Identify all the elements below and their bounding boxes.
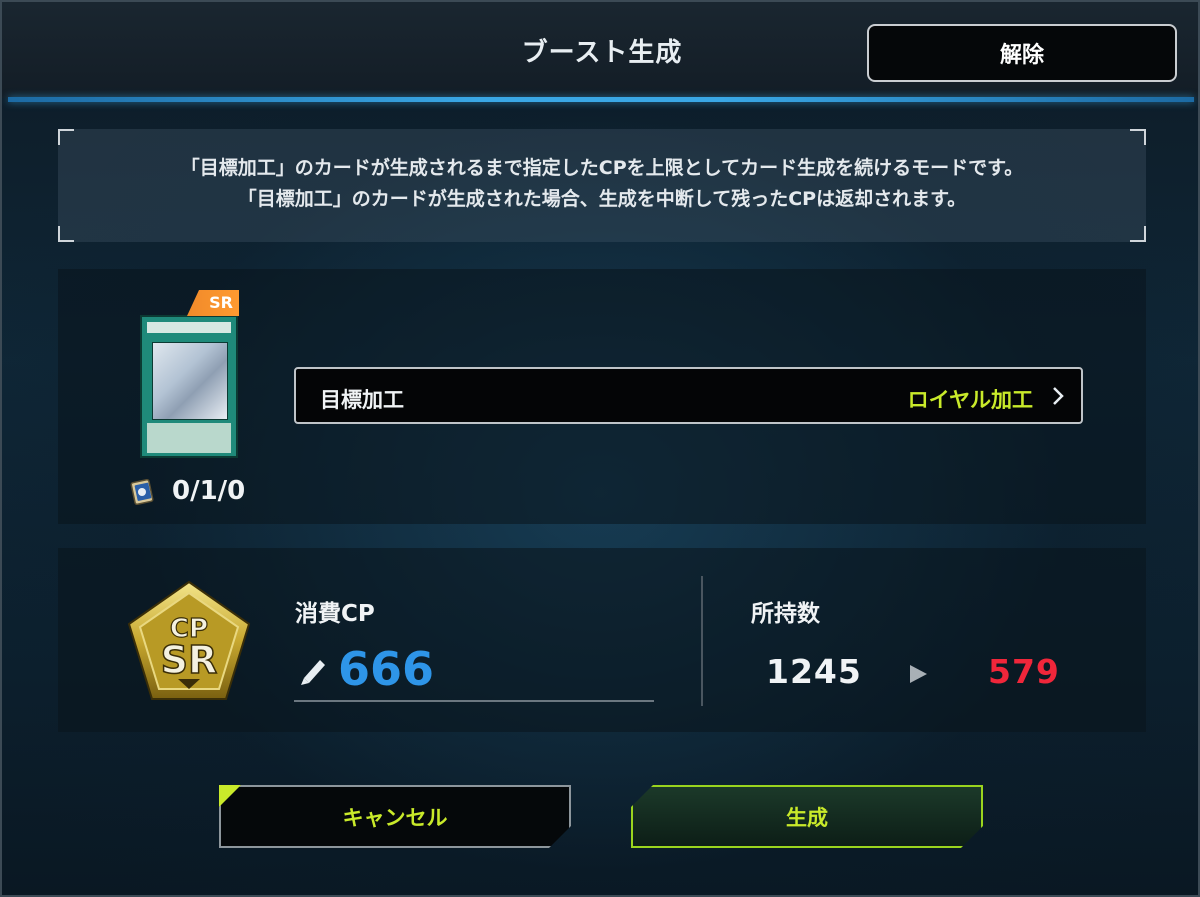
card-text-box bbox=[147, 423, 231, 453]
corner-bracket bbox=[1130, 226, 1146, 242]
generate-button[interactable]: 生成 bbox=[631, 785, 983, 848]
target-finish-value: ロイヤル加工 bbox=[907, 388, 1033, 412]
owned-after-value: 579 bbox=[988, 652, 1060, 691]
owned-cards-icon bbox=[130, 478, 154, 506]
card-artwork bbox=[152, 342, 228, 420]
owned-before-value: 1245 bbox=[766, 652, 862, 691]
title-divider bbox=[8, 97, 1194, 102]
target-finish-label: 目標加工 bbox=[320, 388, 404, 412]
owned-count-breakdown: 0/1/0 bbox=[172, 476, 246, 506]
boost-generate-dialog: ブースト生成 解除 「目標加工」のカードが生成されるまで指定したCPを上限として… bbox=[0, 0, 1200, 897]
owned-label: 所持数 bbox=[751, 601, 820, 627]
cost-input[interactable]: 666 bbox=[338, 642, 434, 696]
corner-bracket bbox=[1130, 129, 1146, 145]
cost-input-underline bbox=[294, 700, 654, 702]
pencil-icon[interactable] bbox=[298, 654, 328, 688]
emblem-sr-text: SR bbox=[161, 638, 218, 682]
cancel-button[interactable]: キャンセル bbox=[219, 785, 571, 848]
chevron-right-icon bbox=[1053, 387, 1064, 405]
release-button[interactable]: 解除 bbox=[867, 24, 1177, 82]
notice-line-1: 「目標加工」のカードが生成されるまで指定したCPを上限としてカード生成を続けるモ… bbox=[180, 157, 1024, 179]
notice-line-2: 「目標加工」のカードが生成された場合、生成を中断して残ったCPは返却されます。 bbox=[237, 188, 967, 210]
corner-bracket bbox=[58, 226, 74, 242]
corner-bracket bbox=[58, 129, 74, 145]
sr-cp-emblem-icon: CP SR bbox=[127, 580, 251, 700]
target-finish-selector[interactable]: 目標加工 ロイヤル加工 bbox=[294, 367, 1083, 424]
card-thumbnail[interactable] bbox=[140, 315, 238, 458]
card-name-strip bbox=[147, 322, 231, 333]
vertical-divider bbox=[701, 576, 703, 706]
cost-label: 消費CP bbox=[295, 601, 375, 627]
notice-box: 「目標加工」のカードが生成されるまで指定したCPを上限としてカード生成を続けるモ… bbox=[58, 129, 1146, 242]
arrow-right-icon bbox=[910, 665, 927, 683]
